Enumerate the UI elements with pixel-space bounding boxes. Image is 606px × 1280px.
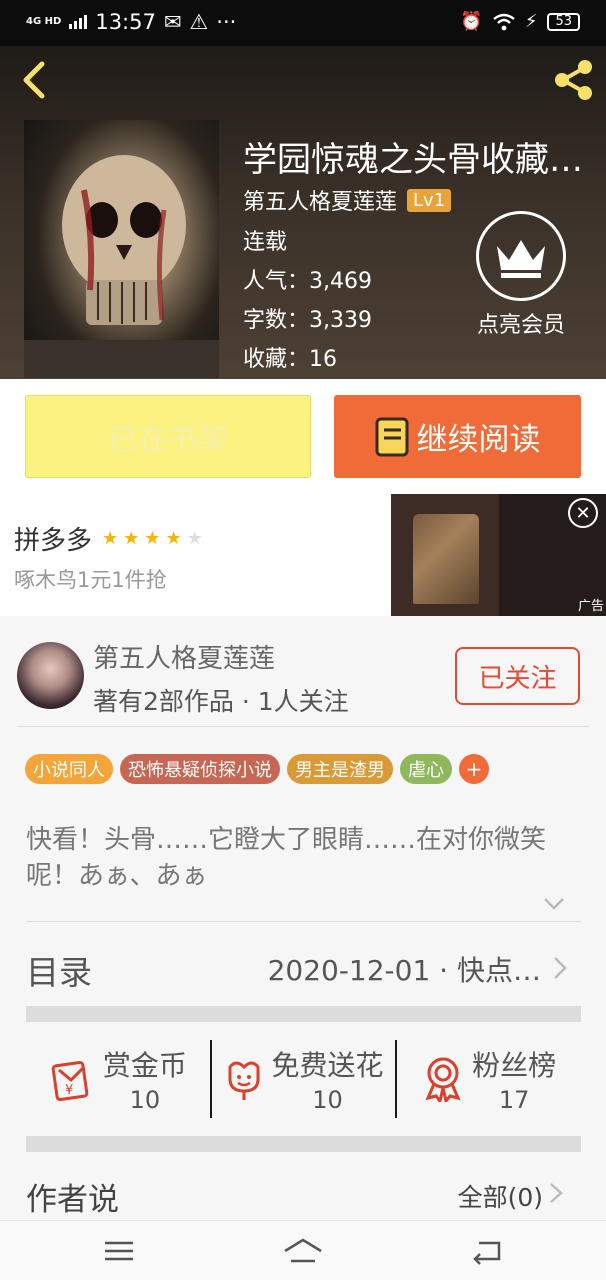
section-separator [26,1136,581,1152]
book-word-count: 字数：3,339 [243,302,372,334]
medal-icon [425,1057,461,1102]
action-bar: 已在书架 继续阅读 [0,379,606,494]
continue-reading-label: 继续阅读 [416,422,541,458]
chevron-right-icon [554,957,567,979]
signal-icon [69,15,88,29]
star-icon: ★ [144,528,161,549]
reward-coins-button[interactable]: ¥ 赏金币 10 [26,1040,210,1118]
popularity-value: 3,469 [309,269,372,294]
ad-subtitle: 啄木鸟1元1件抢 [14,568,167,592]
book-status: 连载 [243,230,288,255]
back-nav-icon[interactable] [467,1237,507,1265]
author-name[interactable]: 第五人格夏莲莲 [93,638,275,675]
jacket-image [413,514,479,604]
flower-icon [228,1061,259,1100]
fan-ranking-button[interactable]: 粉丝榜 17 [397,1040,581,1118]
message-icon: ✉ [163,10,182,34]
svg-text:¥: ¥ [65,1083,73,1098]
reward-coins-count: 10 [129,1086,161,1114]
red-envelope-icon: ¥ [51,1060,89,1102]
book-author-row[interactable]: 第五人格夏莲莲 Lv1 [243,184,452,216]
favorites-label: 收藏： [243,347,310,372]
charging-icon: ⚡ [524,11,538,32]
more-notifications-icon: ··· [216,10,237,34]
ad-tag: 广告 [577,599,604,614]
latest-chapter: 2020-12-01 · 快点… [267,954,541,987]
warning-icon: ⚠ [189,10,209,34]
ad-image[interactable]: ✕ 广告 [391,494,606,616]
send-flower-button[interactable]: 免费送花 10 [212,1040,396,1118]
network-indicator: 4G HD [26,16,62,27]
divider [17,726,589,727]
vip-label: 点亮会员 [476,313,565,338]
author-stats: 著有2部作品 · 1人关注 [93,687,349,716]
star-empty-icon: ★ [186,528,203,549]
star-icon: ★ [165,528,182,549]
back-button[interactable] [14,58,54,102]
author-section: 第五人格夏莲莲 著有2部作品 · 1人关注 已关注 [0,616,606,726]
reward-coins-label: 赏金币 [102,1049,187,1082]
tag-item[interactable]: 小说同人 [25,754,113,784]
chevron-right-icon [550,1183,563,1203]
section-separator [26,1006,581,1022]
ad-brand: 拼多多 [14,526,93,556]
book-header: 学园惊魂之头骨收藏… 第五人格夏莲莲 Lv1 连载 人气：3,469 字数：3,… [0,46,606,379]
star-icon: ★ [102,528,119,549]
tag-item[interactable]: 男主是渣男 [287,754,393,784]
toc-label: 目录 [26,953,92,992]
ad-rating: ★ ★ ★ ★ ★ [102,528,203,549]
ad-image-left [391,494,499,616]
author-says-label: 作者说 [26,1182,119,1218]
book-popularity: 人气：3,469 [243,263,372,295]
author-avatar[interactable] [17,642,84,709]
continue-reading-button[interactable]: 继续阅读 [334,395,581,478]
tag-item[interactable]: 虐心 [400,754,452,784]
author-says-all[interactable]: 全部(0) [458,1178,543,1214]
menu-icon[interactable] [99,1237,139,1265]
send-flower-count: 10 [312,1086,343,1114]
fan-ranking-label: 粉丝榜 [472,1049,557,1082]
ad-banner[interactable]: 拼多多 ★ ★ ★ ★ ★ 啄木鸟1元1件抢 ✕ 广告 [0,494,606,616]
send-flower-label: 免费送花 [271,1049,384,1082]
fan-ranking-count: 17 [498,1086,530,1114]
ad-close-button[interactable]: ✕ [568,498,598,528]
home-icon[interactable] [283,1237,323,1265]
tag-item[interactable]: 恐怖悬疑侦探小说 [120,754,280,784]
book-favorites: 收藏：16 [243,341,337,373]
ad-title: 拼多多 ★ ★ ★ ★ ★ [14,520,203,557]
alarm-icon: ⏰ [460,11,483,32]
more-tags-button[interactable]: + [459,754,489,784]
follow-button[interactable]: 已关注 [455,647,580,705]
popularity-label: 人气： [243,269,310,294]
star-icon: ★ [123,528,140,549]
book-author[interactable]: 第五人格夏莲莲 [243,184,397,216]
word-count-label: 字数： [243,308,310,333]
author-level-badge: Lv1 [407,188,452,212]
crown-icon [476,211,566,301]
book-cover[interactable] [24,120,219,378]
system-nav-bar [0,1220,606,1280]
divider [26,921,581,922]
reward-row: ¥ 赏金币 10 免费送花 10 粉丝榜 17 [26,1024,581,1134]
book-details: 第五人格夏莲莲 著有2部作品 · 1人关注 已关注 小说同人 恐怖悬疑侦探小说 … [0,616,606,1220]
status-bar: 4G HD 13:57 ✉ ⚠ ··· ⏰ ⚡ 53 [0,0,606,46]
clock: 13:57 [95,10,156,34]
book-title: 学园惊魂之头骨收藏… [243,140,583,180]
author-says-row[interactable]: 作者说 全部(0) [26,1174,581,1220]
tag-list: 小说同人 恐怖悬疑侦探小说 男主是渣男 虐心 + [25,754,489,784]
book-icon [375,417,408,456]
word-count-value: 3,339 [309,308,372,333]
book-synopsis: 快看！头骨……它瞪大了眼睛……在对你微笑呢！あぁ、あぁ [26,825,547,891]
skull-cover-art [24,155,219,378]
in-bookshelf-button[interactable]: 已在书架 [25,395,311,478]
battery-indicator: 53 [547,12,580,31]
table-of-contents-row[interactable]: 目录 2020-12-01 · 快点… [26,932,581,1004]
wifi-icon [493,13,515,30]
vip-button[interactable]: 点亮会员 [470,211,572,339]
share-icon[interactable] [550,56,598,104]
expand-chevron-icon[interactable] [542,896,566,912]
favorites-value: 16 [309,347,338,372]
